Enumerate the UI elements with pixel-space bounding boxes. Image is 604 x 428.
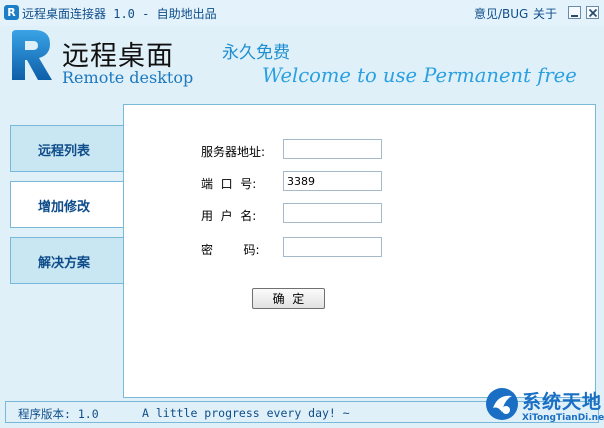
free-label: 永久免费 bbox=[222, 43, 290, 63]
nav-add-edit-label: 增加修改 bbox=[38, 200, 91, 215]
logo-subtitle: Remote desktop bbox=[62, 68, 194, 87]
password-label: 密 码: bbox=[201, 243, 260, 257]
close-icon bbox=[588, 8, 598, 18]
confirm-button[interactable]: 确 定 bbox=[252, 288, 325, 309]
nav-remote-list[interactable]: 远程列表 bbox=[10, 125, 124, 172]
username-input[interactable] bbox=[283, 203, 382, 223]
watermark-url: XiTongTianDi.net bbox=[522, 413, 604, 423]
close-button[interactable] bbox=[586, 6, 599, 19]
server-address-input[interactable] bbox=[283, 139, 382, 159]
logo-icon bbox=[12, 30, 52, 80]
about-link[interactable]: 关于 bbox=[533, 5, 557, 22]
password-input[interactable] bbox=[283, 237, 382, 257]
welcome-banner: Welcome to use Permanent free bbox=[262, 64, 577, 87]
port-label: 端 口 号: bbox=[201, 177, 257, 191]
nav-solutions[interactable]: 解决方案 bbox=[10, 237, 124, 284]
nav-remote-list-label: 远程列表 bbox=[38, 144, 91, 159]
app-window: R 远程桌面连接器 1.0 - 自助地出品 意见/BUG 关于 远程桌面 Rem… bbox=[0, 0, 604, 428]
watermark-title: 系统天地 bbox=[522, 391, 603, 413]
minimize-icon bbox=[571, 15, 578, 17]
port-input[interactable] bbox=[283, 171, 382, 191]
watermark-logo-icon bbox=[486, 388, 518, 420]
window-title: 远程桌面连接器 1.0 - 自助地出品 bbox=[22, 7, 217, 21]
username-label: 用 户 名: bbox=[201, 209, 257, 223]
app-icon: R bbox=[4, 5, 19, 20]
title-bar: R 远程桌面连接器 1.0 - 自助地出品 意见/BUG 关于 bbox=[0, 0, 604, 26]
nav-add-edit[interactable]: 增加修改 bbox=[10, 181, 125, 228]
minimize-button[interactable] bbox=[568, 6, 581, 19]
nav-solutions-label: 解决方案 bbox=[38, 256, 91, 271]
version-label: 程序版本: 1.0 bbox=[18, 407, 99, 421]
feedback-link[interactable]: 意见/BUG bbox=[474, 5, 528, 22]
server-address-label: 服务器地址: bbox=[201, 145, 266, 159]
status-message: A little progress every day! ~ bbox=[142, 406, 350, 420]
